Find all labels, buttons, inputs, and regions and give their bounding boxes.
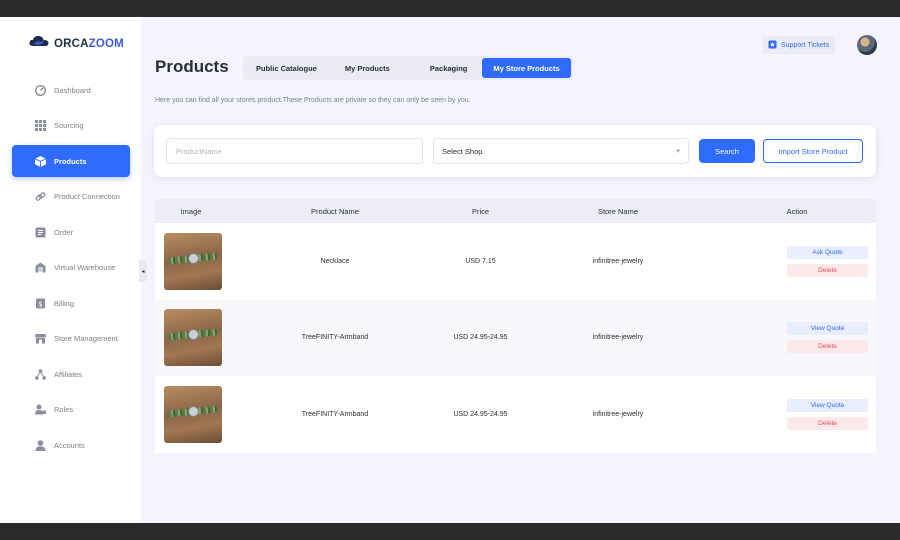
account-icon xyxy=(34,439,46,451)
product-price: USD 24.95-24.95 xyxy=(453,410,508,418)
app-window: ORCAZOOM Dashboard Sourcing Products Pro… xyxy=(0,17,900,523)
sidebar-item-label: Order xyxy=(54,227,74,237)
sidebar-item-accounts[interactable]: Accounts xyxy=(12,429,130,461)
view-quote-button[interactable]: View Quote xyxy=(787,398,868,412)
link-icon xyxy=(34,191,46,203)
ticket-icon xyxy=(768,40,777,51)
sidebar-collapse-toggle[interactable]: ◂ xyxy=(139,260,147,282)
delete-button[interactable]: Delete xyxy=(787,263,868,277)
page-title: Products xyxy=(155,57,229,76)
support-tickets-button[interactable]: Support Tickets xyxy=(762,36,836,54)
product-name: Necklace xyxy=(320,257,350,265)
product-image[interactable] xyxy=(164,385,222,443)
table-header: Image Product Name Price Store Name Acti… xyxy=(155,199,876,223)
svg-text:$: $ xyxy=(38,300,42,308)
column-header-image: Image xyxy=(180,206,202,216)
order-icon xyxy=(34,226,46,238)
product-image-cell xyxy=(155,385,227,443)
logo[interactable]: ORCAZOOM xyxy=(28,34,124,53)
store-name: infinitree-jewelry xyxy=(592,334,644,342)
roles-icon xyxy=(34,404,46,416)
delete-button[interactable]: Delete xyxy=(787,340,868,354)
sidebar-item-products[interactable]: Products xyxy=(12,145,130,177)
sidebar-item-sourcing[interactable]: Sourcing xyxy=(12,110,130,142)
column-header-action: Action xyxy=(786,206,808,216)
tab-public-catalogue[interactable]: Public Catalogue xyxy=(245,58,328,78)
product-name: TreeFINITY-Armband xyxy=(301,410,369,418)
sidebar-item-label: Product Connection xyxy=(54,192,120,201)
shop-select[interactable]: Select Shop ▾ xyxy=(433,138,689,164)
column-header-price: Price xyxy=(471,206,490,216)
action-cell: Ask Quote Delete xyxy=(718,245,876,277)
view-quote-button[interactable]: View Quote xyxy=(787,322,868,336)
product-price: USD 7.15 xyxy=(465,257,496,265)
sidebar-item-virtual-warehouse[interactable]: Virtual Warehouse xyxy=(12,252,130,284)
import-store-product-button[interactable]: Import Store Product xyxy=(763,139,863,163)
sidebar-item-billing[interactable]: $ Billing xyxy=(12,287,130,319)
tab-my-store-products[interactable]: My Store Products xyxy=(482,58,571,78)
sidebar-item-roles[interactable]: Roles xyxy=(12,394,130,426)
column-header-product-name: Product Name xyxy=(311,206,359,216)
logo-text-part1: ORCA xyxy=(54,37,89,50)
sidebar: ORCAZOOM Dashboard Sourcing Products Pro… xyxy=(0,17,141,523)
product-image-cell xyxy=(155,232,227,290)
sidebar-nav: Dashboard Sourcing Products Product Conn… xyxy=(12,74,130,465)
avatar[interactable] xyxy=(857,35,877,55)
shop-select-value: Select Shop xyxy=(442,146,483,156)
orca-cloud-icon xyxy=(28,34,50,53)
sidebar-item-label: Virtual Warehouse xyxy=(54,263,116,272)
page-subtitle: Here you can find all your stores produc… xyxy=(155,97,471,104)
search-button[interactable]: Search xyxy=(699,139,755,163)
sidebar-item-product-connection[interactable]: Product Connection xyxy=(12,181,130,213)
sidebar-item-order[interactable]: Order xyxy=(12,216,130,248)
warehouse-icon xyxy=(34,262,46,274)
store-icon xyxy=(34,333,46,345)
dashboard-icon xyxy=(34,84,46,96)
column-header-store-name: Store Name xyxy=(597,206,639,216)
product-name-input[interactable] xyxy=(166,138,423,164)
sidebar-item-label: Roles xyxy=(54,405,74,414)
product-name: TreeFINITY-Armband xyxy=(301,334,369,342)
product-tabs: Public Catalogue My Products Packaging M… xyxy=(243,56,573,80)
logo-text: ORCAZOOM xyxy=(54,38,124,50)
sidebar-item-label: Dashboard xyxy=(54,85,91,95)
sidebar-item-label: Store Management xyxy=(54,334,118,343)
product-image[interactable] xyxy=(164,232,222,290)
action-cell: View Quote Delete xyxy=(718,322,876,354)
product-price: USD 24.95-24.95 xyxy=(453,334,508,342)
chevron-down-icon: ▾ xyxy=(676,148,680,155)
product-image[interactable] xyxy=(164,309,222,367)
affiliates-icon xyxy=(34,368,46,380)
chevron-left-icon: ◂ xyxy=(141,268,145,275)
sidebar-item-affiliates[interactable]: Affiliates xyxy=(12,358,130,390)
tab-packaging[interactable]: Packaging xyxy=(419,58,479,78)
products-table: Image Product Name Price Store Name Acti… xyxy=(155,199,876,453)
grid-icon xyxy=(34,120,46,132)
sidebar-item-label: Affiliates xyxy=(54,369,83,379)
ask-quote-button[interactable]: Ask Quote xyxy=(787,245,868,259)
action-cell: View Quote Delete xyxy=(718,398,876,430)
box-icon xyxy=(34,155,46,167)
table-row: TreeFINITY-Armband USD 24.95-24.95 infin… xyxy=(155,376,876,453)
sidebar-item-store-management[interactable]: Store Management xyxy=(12,323,130,355)
sidebar-item-dashboard[interactable]: Dashboard xyxy=(12,74,130,106)
tab-my-products[interactable]: My Products xyxy=(334,58,401,78)
delete-button[interactable]: Delete xyxy=(787,416,868,430)
store-name: infinitree-jewelry xyxy=(592,410,644,418)
billing-icon: $ xyxy=(34,297,46,309)
support-tickets-label: Support Tickets xyxy=(781,41,830,49)
sidebar-item-label: Sourcing xyxy=(54,121,84,130)
product-image-cell xyxy=(155,309,227,367)
sidebar-item-label: Accounts xyxy=(54,440,85,450)
table-row: TreeFINITY-Armband USD 24.95-24.95 infin… xyxy=(155,299,876,376)
logo-text-part2: ZOOM xyxy=(88,37,124,50)
sidebar-item-label: Products xyxy=(54,156,87,166)
table-row: Necklace USD 7.15 infinitree-jewelry Ask… xyxy=(155,223,876,300)
store-name: infinitree-jewelry xyxy=(592,257,644,265)
search-panel: Select Shop ▾ Search Import Store Produc… xyxy=(154,125,876,177)
sidebar-item-label: Billing xyxy=(54,298,75,308)
